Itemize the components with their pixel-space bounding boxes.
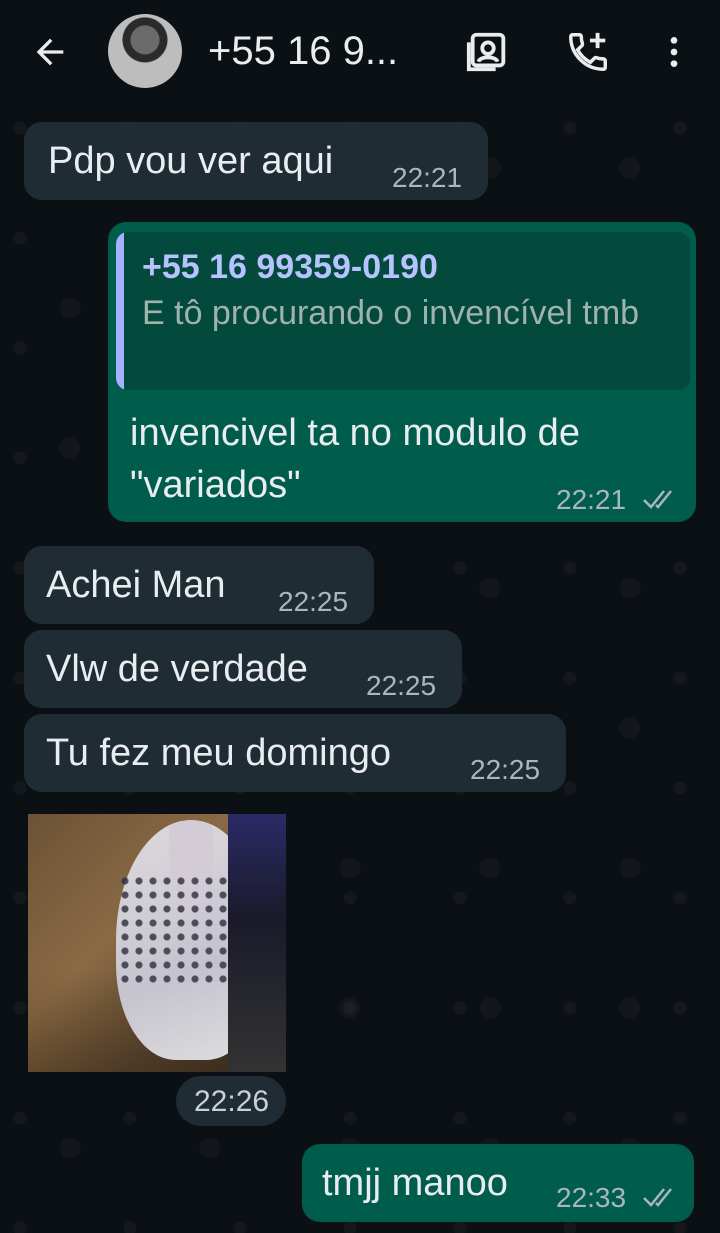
image-message[interactable]	[28, 814, 286, 1072]
more-vert-icon[interactable]	[648, 26, 700, 78]
image-edge	[228, 814, 286, 1072]
message-time: 22:33	[556, 1182, 627, 1213]
message-text: Achei Man	[46, 564, 226, 606]
message-text: Tu fez meu domingo	[46, 732, 391, 774]
message-bubble-incoming[interactable]: Achei Man 22:25	[24, 546, 374, 624]
message-time: 22:21	[392, 162, 463, 193]
quoted-text: E tô procurando o invencível tmb	[142, 294, 640, 332]
message-text: tmjj manoo	[322, 1162, 508, 1204]
chat-header: +55 16 9...	[0, 0, 720, 108]
message-time: 22:25	[278, 586, 349, 617]
image-pattern	[118, 874, 228, 984]
message-text: Vlw de verdade	[46, 648, 308, 690]
quoted-message[interactable]: +55 16 99359-0190 E tô procurando o inve…	[116, 232, 690, 390]
read-ticks-icon	[643, 490, 672, 509]
message-time: 22:25	[470, 754, 541, 785]
arrow-back-icon[interactable]	[22, 26, 78, 78]
quote-bar	[116, 232, 124, 390]
message-time: 22:26	[194, 1085, 270, 1118]
read-ticks-icon	[643, 1188, 672, 1207]
message-time: 22:25	[366, 670, 437, 701]
message-bubble-incoming[interactable]: Vlw de verdade 22:25	[24, 630, 462, 708]
message-time: 22:21	[556, 484, 627, 515]
message-text-line2: "variados"	[130, 464, 301, 506]
message-bubble-outgoing[interactable]: tmjj manoo 22:33	[302, 1144, 694, 1222]
contact-title[interactable]: +55 16 9...	[208, 26, 438, 76]
quoted-sender: +55 16 99359-0190	[142, 248, 438, 286]
avatar[interactable]	[108, 14, 182, 88]
video-call-icon[interactable]	[462, 26, 514, 78]
message-text: Pdp vou ver aqui	[48, 140, 334, 182]
image-time-pill: 22:26	[176, 1076, 286, 1126]
message-text-line1: invencivel ta no modulo de	[130, 412, 580, 454]
message-bubble-incoming[interactable]: Pdp vou ver aqui 22:21	[24, 122, 488, 200]
add-call-icon[interactable]	[560, 26, 616, 78]
message-bubble-incoming[interactable]: Tu fez meu domingo 22:25	[24, 714, 566, 792]
